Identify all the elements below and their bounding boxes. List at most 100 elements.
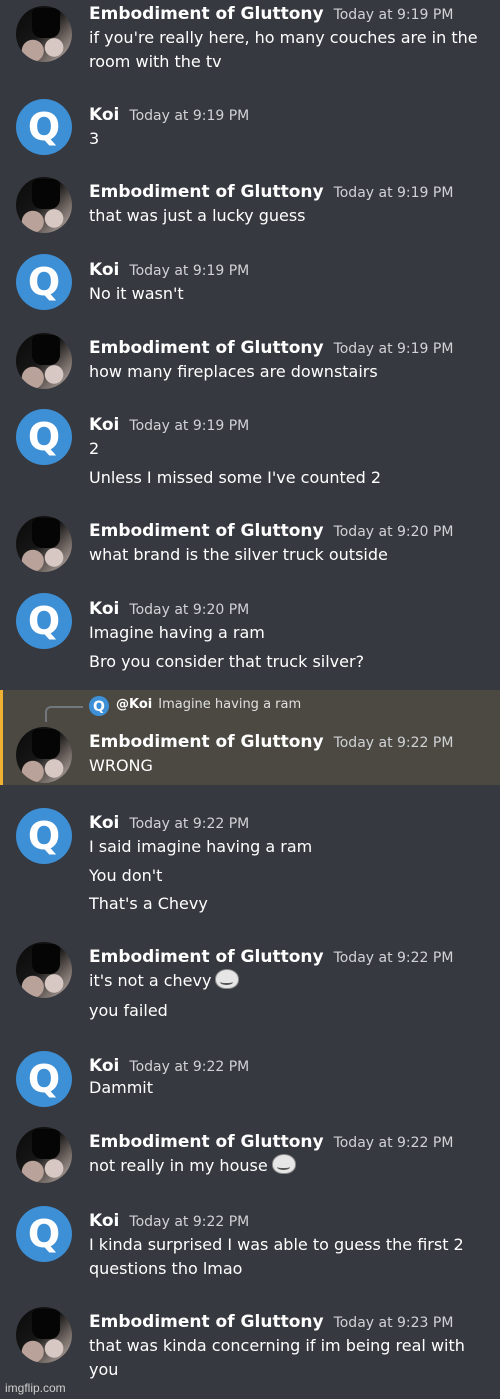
message-header: Embodiment of Gluttony Today at 9:22 PM — [89, 732, 453, 752]
gluttony-avatar[interactable] — [16, 333, 72, 389]
message-header: Koi Today at 9:19 PM — [89, 105, 249, 125]
svg-text:Q: Q — [28, 415, 60, 459]
message-text: that was just a lucky guess — [89, 206, 306, 225]
koi-avatar[interactable]: Q — [16, 254, 72, 310]
timestamp: Today at 9:23 PM — [333, 1315, 454, 1331]
svg-text:Q: Q — [28, 1057, 60, 1101]
trollface-emoji — [215, 969, 240, 989]
koi-avatar-icon: Q — [28, 415, 60, 459]
svg-text:Q: Q — [28, 260, 60, 304]
message-text: how many fireplaces are downstairs — [89, 362, 378, 381]
message-header: Koi Today at 9:20 PM — [89, 599, 249, 619]
koi-avatar[interactable]: Q — [16, 808, 72, 864]
svg-text:Q: Q — [28, 599, 60, 643]
reply-avatar: Q — [89, 696, 109, 716]
message-text: 2 — [89, 439, 100, 458]
timestamp: Today at 9:22 PM — [333, 735, 454, 751]
message-header: Koi Today at 9:22 PM — [89, 1056, 249, 1076]
gluttony-avatar[interactable] — [16, 942, 72, 998]
timestamp: Today at 9:19 PM — [129, 108, 250, 124]
timestamp: Today at 9:20 PM — [333, 524, 454, 540]
author-name[interactable]: Embodiment of Gluttony — [89, 521, 324, 541]
author-name[interactable]: Koi — [89, 105, 119, 125]
message-text: I kinda surprised I was able to guess th… — [89, 1235, 464, 1254]
message-text: it's not a chevy — [89, 969, 240, 993]
message-header: Embodiment of Gluttony Today at 9:19 PM — [89, 338, 453, 358]
timestamp: Today at 9:20 PM — [129, 602, 250, 618]
koi-avatar-icon: Q — [89, 696, 109, 716]
timestamp: Today at 9:22 PM — [129, 1059, 250, 1075]
timestamp: Today at 9:22 PM — [129, 816, 250, 832]
koi-avatar[interactable]: Q — [16, 1206, 72, 1262]
message-text: I said imagine having a ram — [89, 837, 313, 856]
timestamp: Today at 9:22 PM — [129, 1214, 250, 1230]
gluttony-avatar[interactable] — [16, 1127, 72, 1183]
watermark: imgflip.com — [5, 1381, 66, 1395]
message-header: Koi Today at 9:19 PM — [89, 415, 249, 435]
message-text: 3 — [89, 129, 100, 148]
timestamp: Today at 9:22 PM — [333, 950, 454, 966]
koi-avatar[interactable]: Q — [16, 99, 72, 155]
message-text: if you're really here, ho many couches a… — [89, 28, 478, 47]
author-name[interactable]: Embodiment of Gluttony — [89, 732, 324, 752]
message-header: Embodiment of Gluttony Today at 9:19 PM — [89, 182, 453, 202]
koi-avatar-icon: Q — [28, 814, 60, 858]
message-text: WRONG — [89, 756, 153, 775]
timestamp: Today at 9:19 PM — [129, 418, 250, 434]
author-name[interactable]: Embodiment of Gluttony — [89, 338, 324, 358]
timestamp: Today at 9:22 PM — [333, 1135, 454, 1151]
svg-text:Q: Q — [28, 814, 60, 858]
koi-avatar[interactable]: Q — [16, 1051, 72, 1107]
message-text: you — [89, 1360, 119, 1379]
author-name[interactable]: Embodiment of Gluttony — [89, 4, 324, 24]
message-header: Embodiment of Gluttony Today at 9:22 PM — [89, 1132, 453, 1152]
author-name[interactable]: Embodiment of Gluttony — [89, 182, 324, 202]
koi-avatar-icon: Q — [28, 260, 60, 304]
trollface-emoji — [271, 1154, 296, 1174]
svg-text:Q: Q — [28, 1212, 60, 1256]
author-name[interactable]: Koi — [89, 260, 119, 280]
gluttony-avatar[interactable] — [16, 6, 72, 62]
author-name[interactable]: Koi — [89, 1056, 119, 1076]
reply-mention[interactable]: @Koi — [116, 697, 152, 712]
timestamp: Today at 9:19 PM — [333, 185, 454, 201]
reply-snippet: Imagine having a ram — [158, 697, 302, 712]
message-text: what brand is the silver truck outside — [89, 545, 388, 564]
message-text: No it wasn't — [89, 284, 184, 303]
reply-connector — [45, 706, 83, 722]
message-header: Embodiment of Gluttony Today at 9:20 PM — [89, 521, 453, 541]
koi-avatar-icon: Q — [28, 1057, 60, 1101]
message-text: that was kinda concerning if im being re… — [89, 1336, 465, 1355]
message-text: room with the tv — [89, 52, 222, 71]
timestamp: Today at 9:19 PM — [333, 7, 454, 23]
message-text: questions tho lmao — [89, 1259, 243, 1278]
koi-avatar[interactable]: Q — [16, 593, 72, 649]
koi-avatar-icon: Q — [28, 599, 60, 643]
author-name[interactable]: Koi — [89, 599, 119, 619]
timestamp: Today at 9:19 PM — [129, 263, 250, 279]
reply-preview[interactable]: @Koi Imagine having a ram — [116, 697, 301, 712]
message-text: Dammit — [89, 1078, 154, 1097]
timestamp: Today at 9:19 PM — [333, 341, 454, 357]
gluttony-avatar[interactable] — [16, 516, 72, 572]
message-text: Imagine having a ram — [89, 623, 265, 642]
author-name[interactable]: Koi — [89, 415, 119, 435]
author-name[interactable]: Embodiment of Gluttony — [89, 1312, 324, 1332]
message-header: Embodiment of Gluttony Today at 9:19 PM — [89, 4, 453, 24]
author-name[interactable]: Embodiment of Gluttony — [89, 1132, 324, 1152]
author-name[interactable]: Koi — [89, 1211, 119, 1231]
message-text: Bro you consider that truck silver? — [89, 652, 365, 671]
author-name[interactable]: Koi — [89, 813, 119, 833]
gluttony-avatar[interactable] — [16, 727, 72, 783]
gluttony-avatar[interactable] — [16, 1307, 72, 1363]
message-header: Koi Today at 9:22 PM — [89, 1211, 249, 1231]
koi-avatar[interactable]: Q — [16, 409, 72, 465]
author-name[interactable]: Embodiment of Gluttony — [89, 947, 324, 967]
message-header: Embodiment of Gluttony Today at 9:22 PM — [89, 947, 453, 967]
message-text: That's a Chevy — [89, 894, 208, 913]
koi-avatar-icon: Q — [28, 105, 60, 149]
message-text: Unless I missed some I've counted 2 — [89, 468, 382, 487]
svg-text:Q: Q — [28, 105, 60, 149]
gluttony-avatar[interactable] — [16, 177, 72, 233]
message-header: Embodiment of Gluttony Today at 9:23 PM — [89, 1312, 453, 1332]
